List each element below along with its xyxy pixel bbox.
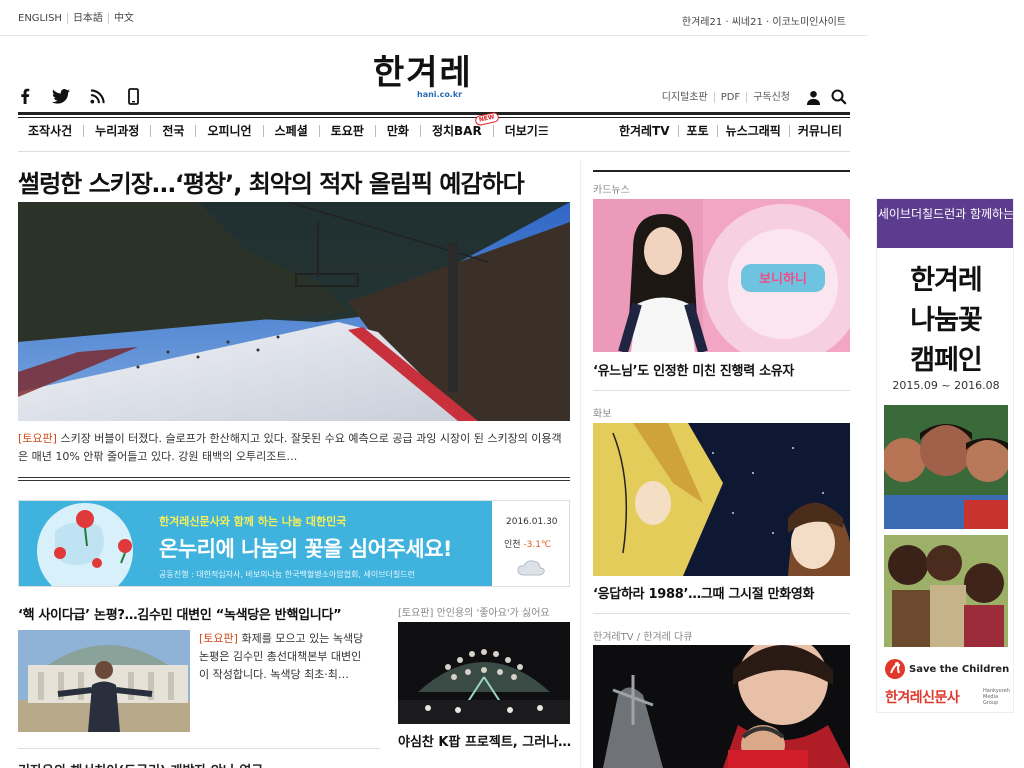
photo-gallery-title[interactable]: ‘응답하라 1988’…그때 그시절 만화영화 — [593, 583, 815, 602]
save-the-children-icon — [885, 659, 905, 679]
social-links — [16, 87, 142, 105]
ad-title: 한겨레 나눔꽃 캠페인 — [877, 261, 1013, 381]
masthead-rule — [18, 112, 850, 115]
story3-photo[interactable] — [398, 622, 570, 724]
cloud-icon — [517, 560, 545, 576]
utility-links: 디지털초판 PDF 구독신청 — [656, 88, 848, 106]
right-column-divider-2 — [593, 613, 850, 614]
ad-title-line: 캠페인 — [910, 345, 983, 376]
search-icon[interactable] — [830, 88, 848, 106]
main-nav: 조작사건 누리과정 전국 오피니언 스페셜 토요판 만화 정치BAR NEW 더… — [18, 111, 850, 146]
lang-english-link[interactable]: ENGLISH — [18, 13, 67, 24]
hani-tv-label[interactable]: 한겨레TV / 한겨레 다큐 — [593, 628, 692, 643]
save-the-children-logo: Save the Children — [885, 659, 1009, 679]
card-news-photo[interactable]: 보니하니 — [593, 199, 850, 352]
nav-sections: 조작사건 누리과정 전국 오피니언 스페셜 토요판 만화 정치BAR NEW 더… — [18, 111, 560, 138]
weather-widget: 2016.01.30 인천 -3.1℃ — [492, 501, 569, 586]
nav-divider — [18, 151, 850, 152]
family-sites-links[interactable]: 한겨레21 · 씨네21 · 이코노미인사이트 — [682, 13, 846, 28]
nav-item-opinion[interactable]: 오피니언 — [195, 125, 262, 137]
weather-date: 2016.01.30 — [506, 517, 558, 527]
ad-photo-children-2 — [884, 535, 1008, 647]
nav-item-politics-bar[interactable]: 정치BAR NEW — [419, 111, 500, 138]
lead-summary[interactable]: [토요판] 스키장 버블이 터졌다. 슬로프가 한산해지고 있다. 잘못된 수요… — [18, 430, 570, 466]
hankyoreh-ad-logo: 한겨레신문사 — [885, 690, 960, 706]
nav-item-special[interactable]: 스페셜 — [262, 125, 319, 137]
masthead-rule-thin — [18, 117, 850, 118]
weather-temperature: -3.1℃ — [523, 540, 552, 550]
photo-gallery-label[interactable]: 화보 — [593, 405, 611, 420]
lead-tag: [토요판] — [18, 432, 57, 445]
card-news-title[interactable]: ‘유느님’도 인정한 미친 진행력 소유자 — [593, 360, 794, 379]
language-links: ENGLISH 日本語 中文 — [18, 13, 139, 24]
lang-chinese-link[interactable]: 中文 — [107, 13, 139, 24]
nav-item-comics[interactable]: 만화 — [374, 125, 420, 137]
column-divider — [580, 160, 581, 768]
user-icon[interactable] — [804, 88, 822, 106]
ad-photo-children-1 — [884, 405, 1008, 529]
story2-divider — [18, 748, 380, 749]
story2-tag: [토요판] — [199, 632, 238, 645]
right-column-divider-1 — [593, 390, 850, 391]
ad-title-line: 한겨레 — [910, 265, 983, 296]
nav-item-more[interactable]: 더보기☰ — [492, 125, 560, 137]
ad-header: 세이브더칠드런과 함께하는 — [877, 199, 1013, 248]
top-bar: ENGLISH 日本語 中文 한겨레21 · 씨네21 · 이코노미인사이트 — [0, 0, 868, 36]
pdf-link[interactable]: PDF — [713, 91, 746, 103]
lead-photo[interactable] — [18, 202, 570, 421]
story4-headline[interactable]: 기자유의 해서치이(도구리) 개발자 안나 연구 — [18, 760, 263, 768]
hankyoreh-logo[interactable]: 한겨레 hani.co.kr — [373, 54, 497, 100]
masthead: 한겨레 hani.co.kr 디지털초판 PDF 구독신청 — [0, 36, 868, 114]
nav-media: 한겨레TV 포토 뉴스그래픽 커뮤니티 — [611, 125, 850, 137]
story2-summary[interactable]: [토요판] 화제를 모으고 있는 녹색당 논평은 김수민 총선대책본부 대변인이… — [199, 630, 369, 684]
nav-item-tv[interactable]: 한겨레TV — [611, 125, 678, 137]
section-rule-2 — [18, 480, 570, 481]
lead-headline[interactable]: 썰렁한 스키장…‘평창’, 최악의 적자 올림픽 예감하다 — [18, 164, 525, 199]
card-news-label[interactable]: 카드뉴스 — [593, 181, 630, 196]
lang-japanese-link[interactable]: 日本語 — [66, 13, 108, 24]
nav-item-community[interactable]: 커뮤니티 — [788, 125, 850, 137]
nav-item-photo[interactable]: 포토 — [677, 125, 717, 137]
banner-partners: 공동진행 : 대한적십자사, 바보의나눔 한국백혈병소아암협회, 세이브더칠드런 — [159, 570, 416, 579]
nav-item-nuri[interactable]: 누리과정 — [83, 125, 150, 137]
save-the-children-text: Save the Children — [909, 663, 1010, 675]
nav-item-saturday[interactable]: 토요판 — [318, 125, 375, 137]
nav-item-national[interactable]: 전국 — [150, 125, 195, 137]
banner-subtitle: 한겨레신문사와 함께 하는 나눔 대한민국 — [159, 515, 347, 528]
nav-item-politics-bar-label: 정치BAR — [431, 124, 482, 138]
weather-location: 인천 — [504, 540, 521, 550]
banner-title: 온누리에 나눔의 꽃을 심어주세요! — [159, 537, 453, 561]
weather-reading: 인천 -3.1℃ — [504, 537, 551, 550]
story3-caption[interactable]: [토요판] 안인용의 '좋아요'가 싫어요 — [398, 604, 550, 619]
rss-icon[interactable] — [88, 87, 106, 105]
story3-title[interactable]: 야심찬 K팝 프로젝트, 그러나… — [398, 731, 571, 750]
photo-gallery-photo[interactable] — [593, 423, 850, 576]
right-column-rule — [593, 170, 850, 172]
hankyoreh-ad-sublogo: Hankyoreh Media Group — [983, 688, 1010, 706]
logo-text: 한겨레 — [373, 53, 473, 93]
ad-title-line: 나눔꽃 — [910, 305, 983, 336]
hani-tv-photo[interactable] — [593, 645, 850, 768]
story2-headline[interactable]: ‘핵 사이다급’ 논평?…김수민 대변인 “녹색당은 반핵입니다” — [18, 604, 342, 623]
nav-item-fabrication[interactable]: 조작사건 — [18, 125, 83, 137]
twitter-icon[interactable] — [52, 87, 70, 105]
story2-photo[interactable] — [18, 630, 190, 732]
logo-domain: hani.co.kr — [417, 90, 463, 99]
facebook-icon[interactable] — [16, 87, 34, 105]
campaign-ad[interactable]: 세이브더칠드런과 함께하는 한겨레 나눔꽃 캠페인 2015.09 ~ 2016… — [876, 198, 1014, 713]
digital-edition-link[interactable]: 디지털초판 — [656, 92, 714, 103]
sharing-campaign-banner[interactable]: 한겨레신문사와 함께 하는 나눔 대한민국 온누리에 나눔의 꽃을 심어주세요!… — [18, 500, 570, 587]
mobile-icon[interactable] — [124, 87, 142, 105]
card-sign-text: 보니하니 — [759, 271, 807, 287]
section-rule — [18, 477, 570, 478]
ad-period: 2015.09 ~ 2016.08 — [892, 379, 1000, 392]
subscribe-link[interactable]: 구독신청 — [746, 91, 796, 103]
banner-panel: 한겨레신문사와 함께 하는 나눔 대한민국 온누리에 나눔의 꽃을 심어주세요!… — [19, 501, 492, 586]
lead-summary-text: 스키장 버블이 터졌다. 슬로프가 한산해지고 있다. 잘못된 수요 예측으로 … — [18, 432, 562, 463]
nav-item-news-graphic[interactable]: 뉴스그래픽 — [716, 125, 789, 137]
